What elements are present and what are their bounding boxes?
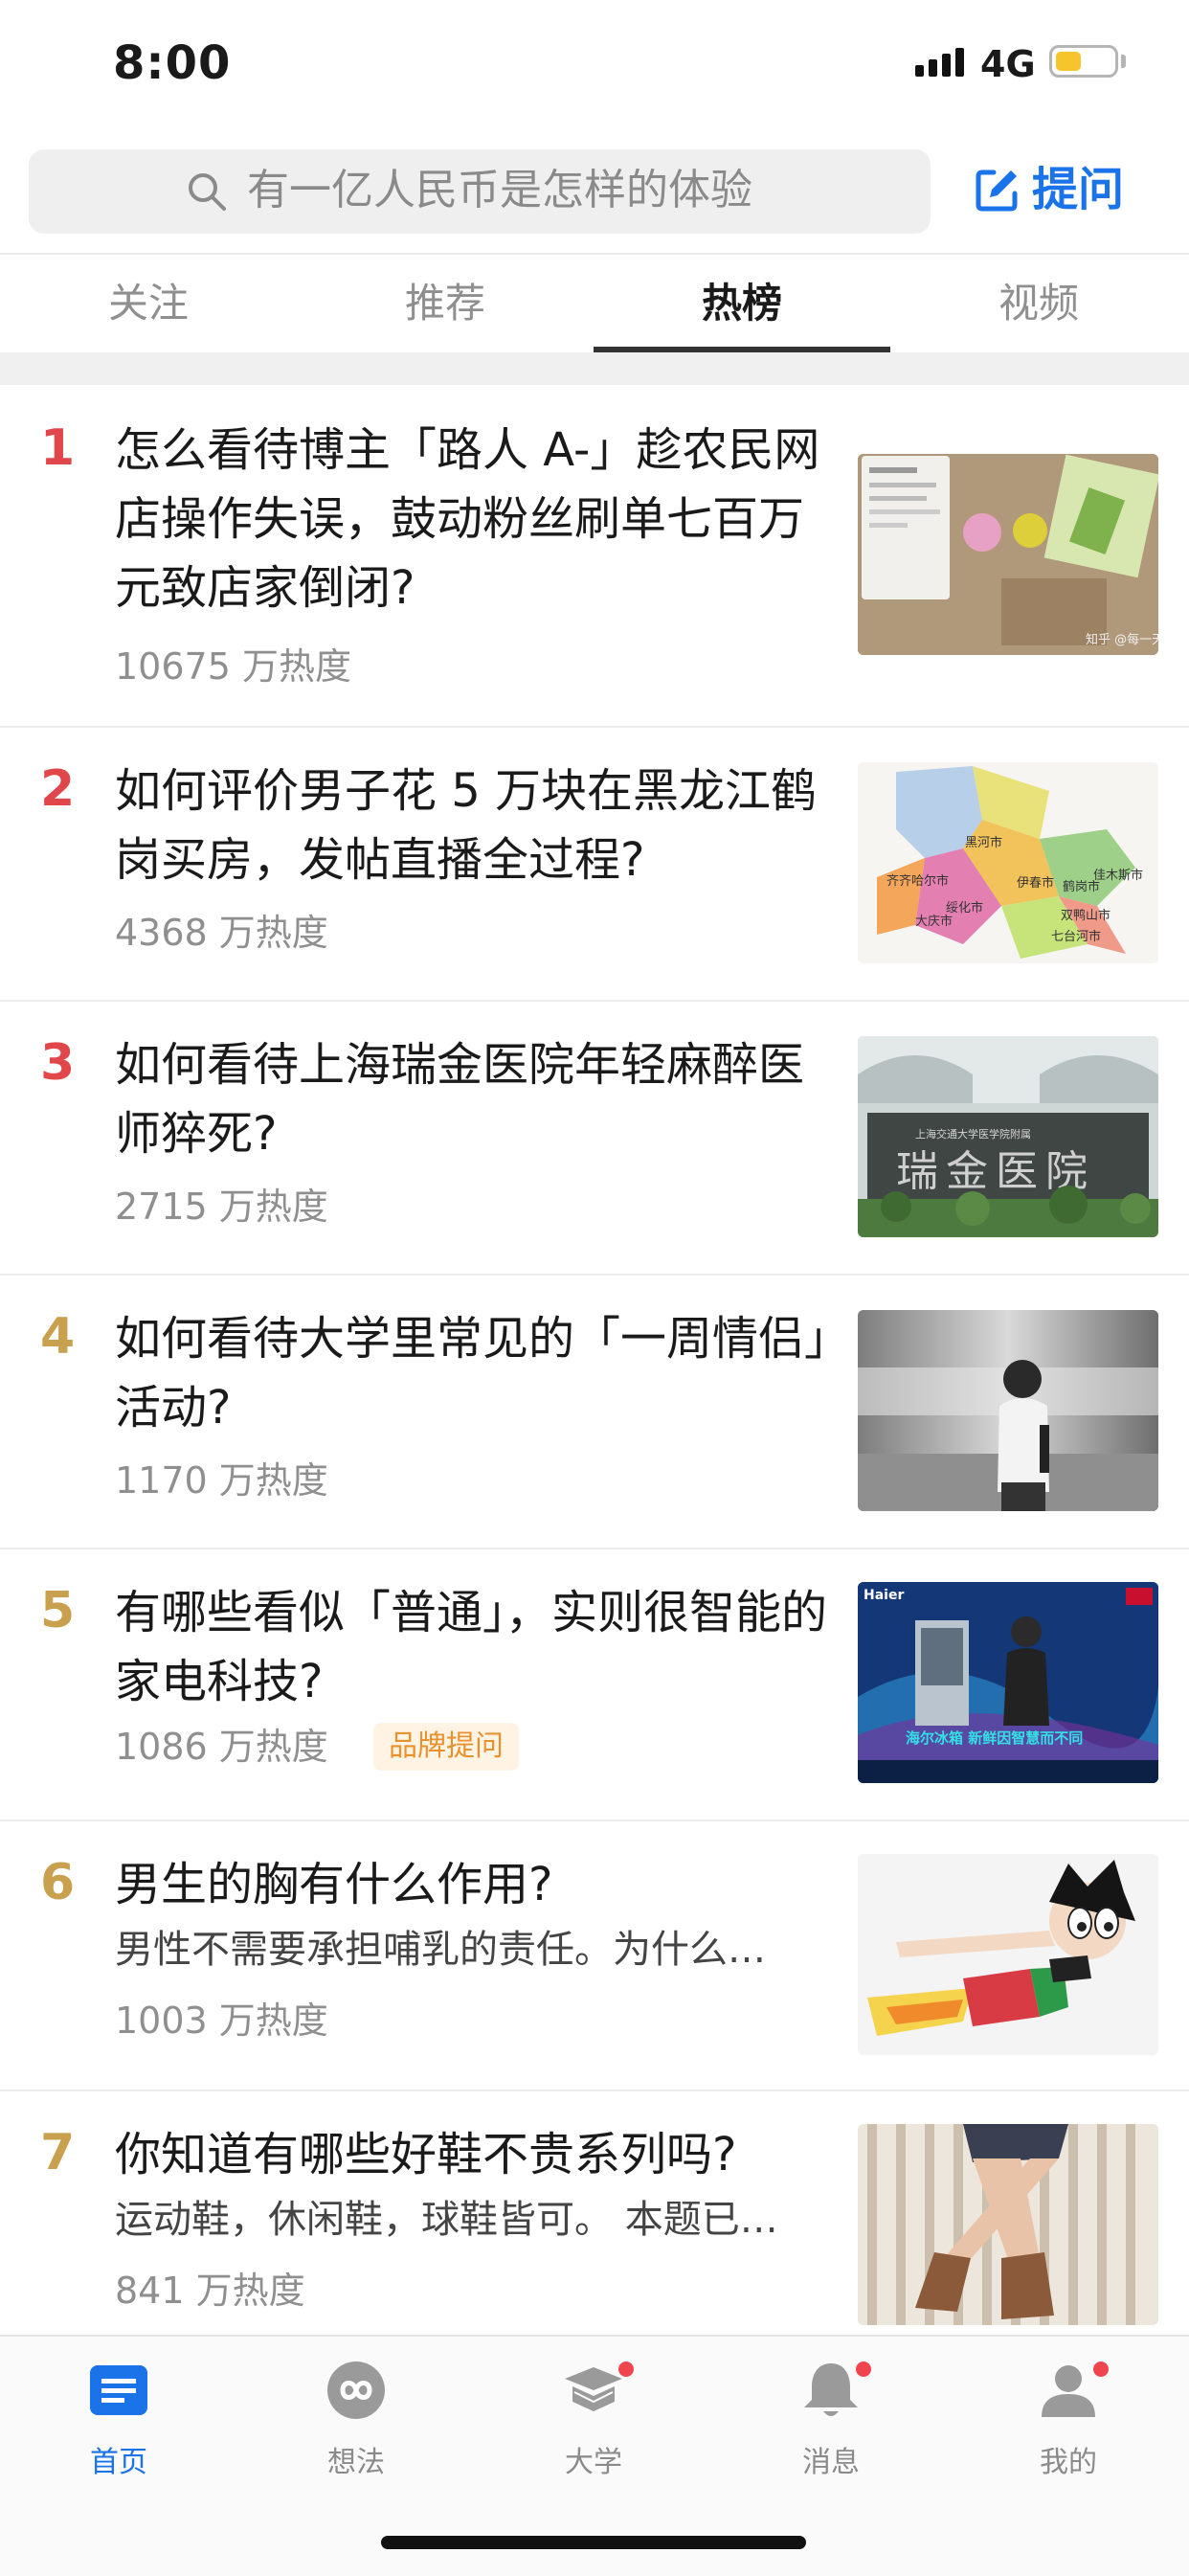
hot-list-item[interactable]: 2 如何评价男子花 5 万块在黑龙江鹤岗买房，发帖直播全过程? 4368 万热度… <box>0 726 1189 1002</box>
heilongjiang-map-image: 黑河市 齐齐哈尔市 绥化市 伊春市 鹤岗市 佳木斯市 双鸭山市 大庆市 七台河市 <box>858 762 1158 963</box>
notification-dot <box>618 2361 634 2377</box>
question-thumbnail[interactable] <box>858 2124 1158 2325</box>
notification-dot <box>856 2361 871 2377</box>
map-label: 黑河市 <box>965 835 1002 850</box>
heat-count: 1003 万热度 <box>115 2000 328 2042</box>
question-title[interactable]: 怎么看待博主「路人 A-」趁农民网店操作失误，鼓动粉丝刷单七百万元致店家倒闭? <box>115 416 833 622</box>
tabbar-university[interactable]: 大学 <box>475 2360 712 2494</box>
tabbar-ideas[interactable]: 想法 <box>237 2360 475 2494</box>
network-type: 4G <box>980 43 1036 85</box>
tab-recommend[interactable]: 推荐 <box>297 255 594 354</box>
question-thumbnail[interactable] <box>858 1854 1158 2055</box>
rank-number: 1 <box>40 419 76 477</box>
home-indicator <box>381 2536 806 2549</box>
rank-number: 4 <box>40 1308 76 1366</box>
user-icon <box>1042 2365 1095 2417</box>
status-time: 8:00 <box>113 36 232 90</box>
subway-girl-image <box>858 1310 1158 1511</box>
tab-follow[interactable]: 关注 <box>0 255 297 354</box>
map-label: 绥化市 <box>946 900 983 915</box>
heat-count: 841 万热度 <box>115 2270 305 2312</box>
bell-icon <box>804 2363 858 2416</box>
infinity-icon <box>327 2361 385 2419</box>
section-divider <box>0 352 1189 385</box>
astro-boy-image <box>858 1854 1158 2055</box>
heat-count: 2715 万热度 <box>115 1186 328 1228</box>
boots-image <box>858 2124 1158 2325</box>
question-title[interactable]: 如何看待上海瑞金医院年轻麻醉医师猝死? <box>115 1030 833 1168</box>
question-thumbnail[interactable]: 知乎 @每一天 <box>858 454 1158 655</box>
heat-count: 1170 万热度 <box>115 1459 328 1502</box>
question-thumbnail[interactable]: Haier 海尔冰箱 新鲜因智慧而不同 <box>858 1582 1158 1783</box>
tabbar-messages[interactable]: 消息 <box>712 2360 950 2494</box>
rank-number: 2 <box>40 760 76 818</box>
hospital-sign-image: 上海交通大学医学院附属 瑞金医院 <box>858 1036 1158 1237</box>
question-thumbnail[interactable]: 上海交通大学医学院附属 瑞金医院 <box>858 1036 1158 1237</box>
search-row: 有一亿人民币是怎样的体验 提问 <box>0 142 1189 253</box>
tabbar-label: 消息 <box>802 2446 860 2479</box>
question-title[interactable]: 如何评价男子花 5 万块在黑龙江鹤岗买房，发帖直播全过程? <box>115 757 833 894</box>
hot-list-item[interactable]: 4 如何看待大学里常见的「一周情侣」活动? 1170 万热度 <box>0 1274 1189 1549</box>
tabbar-label: 大学 <box>565 2446 622 2479</box>
search-input[interactable]: 有一亿人民币是怎样的体验 <box>29 149 931 234</box>
rank-number: 7 <box>40 2124 76 2181</box>
answer-excerpt: 男性不需要承担哺乳的责任。为什么… <box>115 1928 766 1972</box>
books-icon <box>565 2367 622 2411</box>
thumbnail-watermark: 知乎 @每一天 <box>1086 632 1158 647</box>
map-label: 伊春市 <box>1017 875 1054 891</box>
heat-count: 1086 万热度 <box>115 1726 328 1768</box>
tabbar-label: 首页 <box>90 2446 147 2479</box>
edit-icon <box>976 169 1018 212</box>
question-thumbnail[interactable]: 黑河市 齐齐哈尔市 绥化市 伊春市 鹤岗市 佳木斯市 双鸭山市 大庆市 七台河市 <box>858 762 1158 963</box>
haier-ad-image: Haier 海尔冰箱 新鲜因智慧而不同 <box>858 1582 1158 1783</box>
tabbar-label: 想法 <box>327 2446 385 2479</box>
question-title[interactable]: 有哪些看似「普通」，实则很智能的家电科技? <box>115 1578 833 1716</box>
question-title[interactable]: 你知道有哪些好鞋不贵系列吗? <box>115 2120 833 2189</box>
tab-video[interactable]: 视频 <box>890 255 1187 354</box>
ad-brand: Haier <box>864 1588 904 1603</box>
hospital-subsign: 上海交通大学医学院附属 <box>915 1127 1031 1141</box>
rank-number: 5 <box>40 1582 76 1639</box>
brand-question-badge: 品牌提问 <box>373 1723 519 1771</box>
tabbar-profile[interactable]: 我的 <box>950 2360 1187 2494</box>
hot-list-item[interactable]: 6 男生的胸有什么作用? 男性不需要承担哺乳的责任。为什么… 1003 万热度 <box>0 1819 1189 2091</box>
ad-slogan: 海尔冰箱 新鲜因智慧而不同 <box>906 1729 1083 1747</box>
map-label: 大庆市 <box>915 914 953 929</box>
battery-tip <box>1121 55 1126 68</box>
search-icon <box>189 173 226 211</box>
search-placeholder: 有一亿人民币是怎样的体验 <box>247 166 752 215</box>
map-label: 佳木斯市 <box>1093 868 1143 883</box>
status-bar: 8:00 4G <box>0 0 1189 134</box>
question-thumbnail[interactable] <box>858 1310 1158 1511</box>
map-label: 七台河市 <box>1051 929 1101 944</box>
question-title[interactable]: 男生的胸有什么作用? <box>115 1850 833 1919</box>
ask-question-button[interactable]: 提问 <box>973 159 1164 222</box>
map-label: 齐齐哈尔市 <box>886 873 949 889</box>
question-title[interactable]: 如何看待大学里常见的「一周情侣」活动? <box>115 1304 833 1442</box>
ask-question-label: 提问 <box>1032 163 1125 216</box>
tab-hot-list[interactable]: 热榜 <box>594 255 890 354</box>
notification-dot <box>1093 2361 1109 2377</box>
battery-icon <box>1049 45 1118 78</box>
heat-count: 4368 万热度 <box>115 912 328 954</box>
heat-count: 10675 万热度 <box>115 645 351 688</box>
hot-list-item[interactable]: 7 你知道有哪些好鞋不贵系列吗? 运动鞋，休闲鞋，球鞋皆可。 本题已… 841 … <box>0 2090 1189 2337</box>
rank-number: 6 <box>40 1854 76 1911</box>
hot-list-item[interactable]: 1 怎么看待博主「路人 A-」趁农民网店操作失误，鼓动粉丝刷单七百万元致店家倒闭… <box>0 385 1189 728</box>
rank-number: 3 <box>40 1034 76 1092</box>
map-label: 双鸭山市 <box>1061 908 1110 923</box>
hot-list-item[interactable]: 3 如何看待上海瑞金医院年轻麻醉医师猝死? 2715 万热度 上海交通大学医学院… <box>0 1000 1189 1276</box>
signal-strength-icon <box>915 44 965 77</box>
tabbar-home[interactable]: 首页 <box>0 2360 237 2494</box>
feed-tabs: 关注 推荐 热榜 视频 <box>0 253 1189 354</box>
home-feed-icon <box>90 2365 147 2415</box>
answer-excerpt: 运动鞋，休闲鞋，球鞋皆可。 本题已… <box>115 2198 778 2242</box>
tabbar-label: 我的 <box>1040 2446 1097 2479</box>
desk-photo-image: 知乎 @每一天 <box>858 454 1158 655</box>
battery-level <box>1056 52 1081 71</box>
hot-list-item[interactable]: 5 有哪些看似「普通」，实则很智能的家电科技? 1086 万热度 品牌提问 Ha… <box>0 1548 1189 1821</box>
